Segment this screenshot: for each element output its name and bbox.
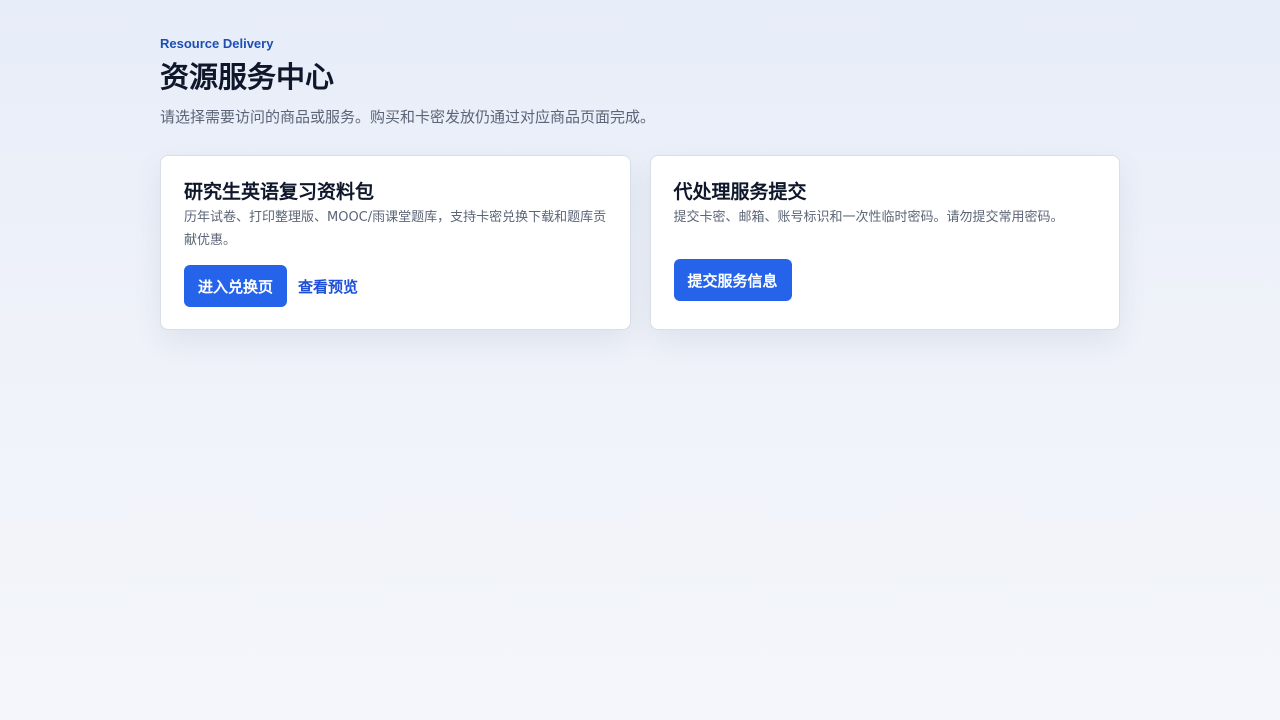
card-actions: 提交服务信息	[673, 259, 792, 301]
card-english-materials: 研究生英语复习资料包 历年试卷、打印整理版、MOOC/雨课堂题库，支持卡密兑换下…	[160, 155, 631, 330]
page-title: 资源服务中心	[160, 60, 335, 94]
service-cards: 研究生英语复习资料包 历年试卷、打印整理版、MOOC/雨课堂题库，支持卡密兑换下…	[160, 155, 1120, 330]
submit-service-info-button[interactable]: 提交服务信息	[673, 259, 792, 301]
view-preview-link[interactable]: 查看预览	[298, 276, 358, 297]
enter-redeem-page-button[interactable]: 进入兑换页	[184, 265, 288, 307]
card-actions: 进入兑换页 查看预览	[184, 265, 358, 307]
card-service-submission: 代处理服务提交 提交卡密、邮箱、账号标识和一次性临时密码。请勿提交常用密码。 提…	[649, 155, 1120, 330]
card-description: 提交卡密、邮箱、账号标识和一次性临时密码。请勿提交常用密码。	[673, 210, 1064, 225]
card-title: 代处理服务提交	[673, 181, 807, 203]
page-subtitle: 请选择需要访问的商品或服务。购买和卡密发放仍通过对应商品页面完成。	[160, 108, 656, 126]
card-description: 历年试卷、打印整理版、MOOC/雨课堂题库，支持卡密兑换下载和题库贡献优惠。	[184, 210, 607, 248]
card-title: 研究生英语复习资料包	[184, 181, 375, 203]
page-eyebrow: Resource Delivery	[160, 36, 274, 51]
